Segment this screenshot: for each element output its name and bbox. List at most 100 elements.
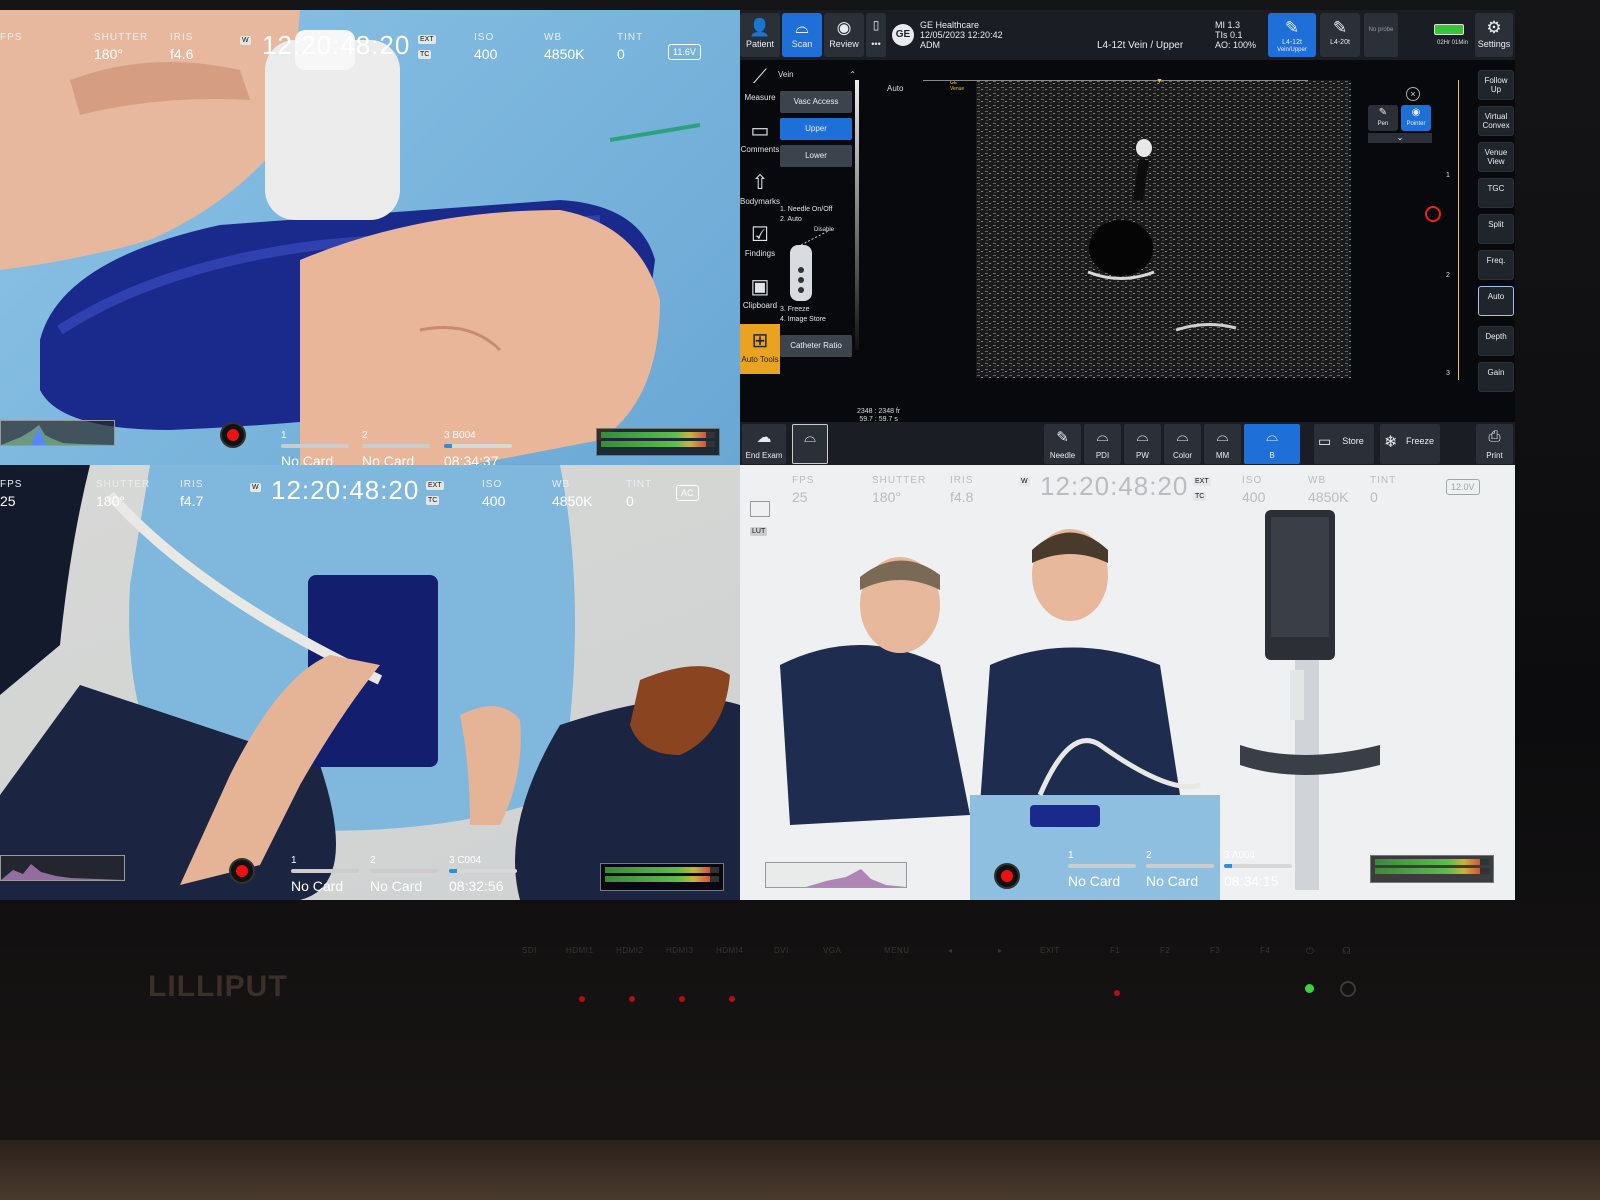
iris-value[interactable]: f4.8 (950, 489, 973, 505)
findings-button[interactable]: ☑ Findings (740, 218, 780, 264)
split-button[interactable]: Split (1478, 214, 1514, 244)
tgc-button[interactable]: TGC (1478, 178, 1514, 208)
tint-value[interactable]: 0 (1370, 489, 1378, 505)
print-button[interactable]: ⎙ Print (1476, 424, 1513, 464)
b-mode-button[interactable]: ⌓ B (1244, 424, 1300, 464)
bezel-button-f1[interactable]: F1 (1110, 946, 1120, 955)
card-slot-2[interactable]: 2 No Card (362, 425, 430, 465)
card-slot-2[interactable]: 2 No Card (370, 850, 438, 894)
bezel-button-f2[interactable]: F2 (1160, 946, 1170, 955)
iso-value[interactable]: 400 (1242, 489, 1265, 505)
iris-value[interactable]: f4.6 (170, 46, 193, 62)
card-slot-2[interactable]: 2 No Card (1146, 845, 1214, 889)
iso-value[interactable]: 400 (482, 493, 505, 509)
wb-value[interactable]: 4850K (552, 493, 592, 509)
camera-view-bottom-right[interactable]: FPS 25 SHUTTER 180° IRIS f4.8 W 12:20:48… (740, 465, 1515, 900)
bezel-button-vga[interactable]: VGA (823, 946, 841, 955)
card-slot-1[interactable]: 1 No Card (281, 425, 349, 465)
tint-value[interactable]: 0 (617, 46, 625, 62)
pointer-button[interactable]: ◉ Pointer (1401, 105, 1431, 131)
clipboard-button[interactable]: ▣ Clipboard (740, 270, 780, 316)
ultrasound-view[interactable]: 👤 Patient ⌓ Scan ◉ Review ▯ ••• GE GE Health… (740, 10, 1515, 465)
bezel-button-exit[interactable]: EXIT (1040, 946, 1060, 955)
bezel-button-f3[interactable]: F3 (1210, 946, 1220, 955)
catheter-ratio-button[interactable]: Catheter Ratio (780, 335, 852, 357)
auto-tools-button[interactable]: ⊞ Auto Tools (740, 324, 780, 374)
follow-up-button[interactable]: Follow Up (1478, 70, 1514, 100)
menu-header[interactable]: Vein ⌃ (778, 70, 856, 86)
end-exam-button[interactable]: ☁ End Exam (742, 424, 786, 464)
bezel-button-f4[interactable]: F4 (1260, 946, 1270, 955)
scan-button[interactable]: ⌓ Scan (782, 13, 822, 57)
freeze-button[interactable]: Freeze ❄ (1380, 424, 1440, 464)
card-slot-1[interactable]: 1 No Card (291, 850, 359, 894)
bodymarks-button[interactable]: ⇧ Bodymarks (740, 166, 780, 212)
card-slot-1[interactable]: 1 No Card (1068, 845, 1136, 889)
lower-button[interactable]: Lower (780, 145, 852, 167)
settings-button[interactable]: ⚙ Settings (1475, 13, 1513, 57)
no-probe-slot[interactable]: No probe (1364, 13, 1398, 57)
upper-button[interactable]: Upper (780, 118, 852, 140)
record-button[interactable] (994, 863, 1020, 889)
shutter-value[interactable]: 180° (96, 493, 125, 509)
camera-view-top-left[interactable]: FPS SHUTTER 180° IRIS f4.6 W 12:20:48:20… (0, 10, 740, 465)
record-button[interactable] (229, 858, 255, 884)
color-button[interactable]: ⌓ Color (1164, 424, 1201, 464)
wb-value[interactable]: 4850K (544, 46, 584, 62)
review-button[interactable]: ◉ Review (824, 13, 864, 57)
step-1: 1. Needle On/Off (780, 206, 833, 213)
bezel-button-hdmi1[interactable]: HDMI1 (566, 946, 593, 955)
pdi-button[interactable]: ⌓ PDI (1084, 424, 1121, 464)
freeze-label: Freeze (1405, 436, 1434, 446)
needle-button[interactable]: ✎ Needle (1044, 424, 1081, 464)
depth-button[interactable]: Depth (1478, 326, 1514, 356)
auto-button[interactable]: Auto (1478, 286, 1514, 316)
comments-button[interactable]: ▭ Comments (740, 114, 780, 160)
fps-value[interactable]: 25 (792, 489, 808, 505)
card-slot-3[interactable]: 3 C004 08:32:56 (449, 850, 517, 894)
record-button[interactable] (220, 422, 246, 448)
fps-value[interactable]: 25 (0, 493, 16, 509)
freq-button[interactable]: Freq. (1478, 250, 1514, 280)
timecode[interactable]: 12:20:48:20 (271, 475, 419, 506)
slot-bar (362, 444, 430, 448)
measure-button[interactable]: ⟋ Measure (740, 62, 780, 108)
probe-l4-12t-button[interactable]: ✎ L4-12t Vein/Upper (1268, 13, 1316, 57)
wb-value[interactable]: 4850K (1308, 489, 1348, 505)
patient-button[interactable]: 👤 Patient (740, 13, 780, 57)
store-button[interactable]: Store ▭ (1314, 424, 1374, 464)
card-slot-3[interactable]: 3 B004 08:34:37 (444, 425, 512, 465)
virtual-convex-button[interactable]: Virtual Convex (1478, 106, 1514, 136)
bezel-button-right[interactable]: ▸ (998, 946, 1003, 955)
bezel-button-hdmi4[interactable]: HDMI4 (716, 946, 743, 955)
ultrasound-image[interactable] (976, 80, 1351, 378)
probe-orient-button[interactable]: ⌓ (792, 424, 828, 464)
bezel-button-hdmi3[interactable]: HDMI3 (666, 946, 693, 955)
close-icon[interactable]: × (1406, 87, 1420, 101)
mm-button[interactable]: ⌓ MM (1204, 424, 1241, 464)
iris-value[interactable]: f4.7 (180, 493, 203, 509)
iso-value[interactable]: 400 (474, 46, 497, 62)
bezel-button-menu[interactable]: MENU (884, 946, 910, 955)
chevron-down-icon[interactable]: ⌄ (1368, 133, 1432, 143)
power-icon[interactable]: ⏻ (1306, 946, 1314, 957)
tint-value[interactable]: 0 (626, 493, 634, 509)
shutter-value[interactable]: 180° (94, 46, 123, 62)
vasc-access-button[interactable]: Vasc Access (780, 91, 852, 113)
timecode[interactable]: 12:20:48:20 (1040, 471, 1188, 502)
shutter-value[interactable]: 180° (872, 489, 901, 505)
probe-l4-20t-button[interactable]: ✎ L4-20t (1320, 13, 1360, 57)
bezel-button-dvi[interactable]: DVI (774, 946, 789, 955)
bezel-button-hdmi2[interactable]: HDMI2 (616, 946, 643, 955)
pw-button[interactable]: ⌓ PW (1124, 424, 1161, 464)
bezel-button-left[interactable]: ◂ (948, 946, 953, 955)
tc-tag: TC (1193, 492, 1207, 501)
venue-view-button[interactable]: Venue View (1478, 142, 1514, 172)
timecode[interactable]: 12:20:48:20 (262, 30, 410, 61)
card-slot-3[interactable]: 3 A004 08:34:15 (1224, 845, 1292, 889)
pen-button[interactable]: ✎ Pen (1368, 105, 1398, 131)
more-button[interactable]: ▯ ••• (866, 13, 886, 57)
bezel-button-sdi[interactable]: SDI (522, 946, 537, 955)
camera-view-bottom-left[interactable]: FPS 25 SHUTTER 180° IRIS f4.7 W 12:20:48… (0, 465, 740, 900)
gain-button[interactable]: Gain (1478, 362, 1514, 392)
